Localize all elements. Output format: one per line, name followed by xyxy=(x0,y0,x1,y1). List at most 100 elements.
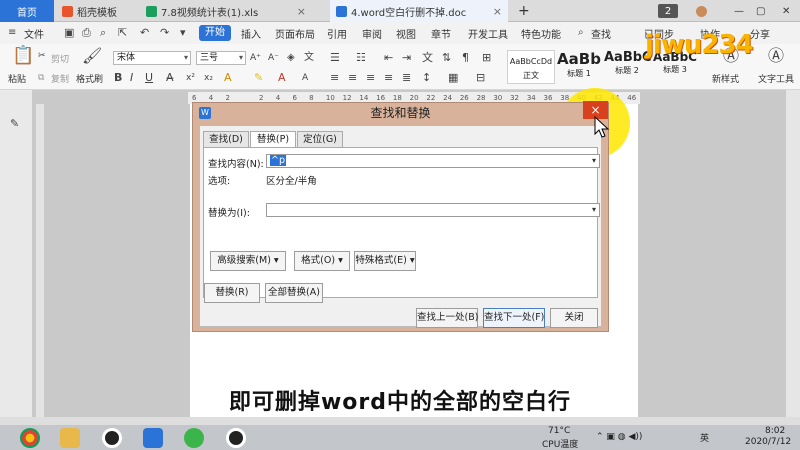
save-icon[interactable]: ▣ xyxy=(64,27,74,39)
tab-xls[interactable]: 7.8视频统计表(1).xls × xyxy=(140,0,312,22)
distribute-icon[interactable]: ≣ xyxy=(402,72,411,84)
menu-references[interactable]: 引用 xyxy=(327,26,347,41)
tab-docer-templates[interactable]: 稻壳模板 xyxy=(56,0,136,22)
show-marks-icon[interactable]: ¶ xyxy=(462,52,469,64)
align-left-icon[interactable]: ≡ xyxy=(330,72,339,84)
menu-sections[interactable]: 章节 xyxy=(431,26,451,41)
style-heading-1[interactable]: AaBb 标题 1 xyxy=(556,50,602,84)
menu-review[interactable]: 审阅 xyxy=(362,26,382,41)
new-tab-button[interactable]: + xyxy=(512,0,534,22)
menu-insert[interactable]: 插入 xyxy=(241,26,261,41)
find-previous-button[interactable]: 查找上一处(B) xyxy=(416,308,478,328)
borders-icon[interactable]: ⊟ xyxy=(476,72,485,84)
chevron-down-icon[interactable]: ▾ xyxy=(592,155,596,167)
line-spacing-icon[interactable]: ↕ xyxy=(422,72,431,84)
tray-icons[interactable]: ⌃ ▣ ◍ ◀)) xyxy=(596,432,642,442)
print-icon[interactable]: ⎙ xyxy=(82,27,91,39)
font-size-select[interactable]: 三号 xyxy=(196,51,246,65)
menu-features[interactable]: 特色功能 xyxy=(521,26,561,41)
advanced-search-button[interactable]: 高级搜索(M) ▾ xyxy=(210,251,286,271)
indent-icon[interactable]: ⇥ xyxy=(402,52,411,64)
search-icon[interactable]: ⌕ xyxy=(578,27,584,39)
undo-icon[interactable]: ↶ xyxy=(140,27,149,39)
bold-icon[interactable]: B xyxy=(114,72,122,84)
app-icon[interactable] xyxy=(184,428,204,448)
shrink-font-icon[interactable]: A⁻ xyxy=(268,52,279,64)
wps-icon[interactable] xyxy=(143,428,163,448)
close-window-icon[interactable]: ✕ xyxy=(776,0,794,22)
tab-start[interactable]: 开始 xyxy=(199,25,231,41)
menu-view[interactable]: 视图 xyxy=(396,26,416,41)
superscript-icon[interactable]: x² xyxy=(186,72,195,84)
style-normal[interactable]: AaBbCcDd 正文 xyxy=(507,50,555,84)
shading-icon[interactable]: ▦ xyxy=(448,72,458,84)
chevron-down-icon[interactable]: ▾ xyxy=(592,204,596,216)
char-border-icon[interactable]: A xyxy=(302,72,308,84)
bullet-list-icon[interactable]: ☰ xyxy=(330,52,340,64)
clear-format-icon[interactable]: ◈ xyxy=(287,52,295,64)
align-right-icon[interactable]: ≡ xyxy=(366,72,375,84)
tab-doc[interactable]: 4.word空白行删不掉.doc × xyxy=(330,0,508,22)
more-icon[interactable]: ▾ xyxy=(180,27,186,39)
replace-button[interactable]: 替换(R) xyxy=(204,283,260,303)
strikethrough-icon[interactable]: A̶ xyxy=(166,72,174,84)
highlight-icon[interactable]: ✎ xyxy=(254,72,263,84)
close-tab-icon[interactable]: × xyxy=(293,5,306,18)
replace-all-button[interactable]: 全部替换(A) xyxy=(265,283,323,303)
replace-input[interactable]: ▾ xyxy=(266,203,600,217)
menu-file[interactable]: 文件 xyxy=(24,26,44,41)
paste-icon[interactable]: 📋 xyxy=(12,47,34,65)
print-preview-icon[interactable]: ⌕ xyxy=(100,27,106,39)
close-button[interactable]: 关闭 xyxy=(550,308,598,328)
special-format-button[interactable]: 特殊格式(E) ▾ xyxy=(354,251,416,271)
italic-icon[interactable]: I xyxy=(130,72,133,84)
align-center-icon[interactable]: ≡ xyxy=(348,72,357,84)
export-icon[interactable]: ⇱ xyxy=(118,27,127,39)
style-heading-2[interactable]: AaBbC 标题 2 xyxy=(604,50,652,84)
copy-icon[interactable]: ⧉ xyxy=(38,72,44,84)
file-explorer-icon[interactable] xyxy=(60,428,80,448)
tab-find[interactable]: 查找(D) xyxy=(203,131,249,147)
close-tab-icon[interactable]: × xyxy=(489,5,502,18)
find-next-button[interactable]: 查找下一处(F) xyxy=(483,308,545,328)
redo-icon[interactable]: ↷ xyxy=(160,27,169,39)
format-painter-icon[interactable]: 🖌 xyxy=(82,48,102,64)
menu-page-layout[interactable]: 页面布局 xyxy=(275,26,315,41)
menu-search[interactable]: 查找 xyxy=(591,26,611,41)
justify-icon[interactable]: ≡ xyxy=(384,72,393,84)
numbered-list-icon[interactable]: ☷ xyxy=(356,52,366,64)
tab-replace[interactable]: 替换(P) xyxy=(250,131,296,148)
subscript-icon[interactable]: x₂ xyxy=(204,72,213,84)
hamburger-icon[interactable]: ≡ xyxy=(8,27,16,39)
cut-icon[interactable]: ✂ xyxy=(38,50,46,62)
cut-button[interactable]: 剪切 xyxy=(51,52,69,65)
format-button[interactable]: 格式(O) ▾ xyxy=(294,251,350,271)
tab-goto[interactable]: 定位(G) xyxy=(297,131,343,147)
ime-indicator[interactable]: 英 xyxy=(700,431,709,444)
phonetic-icon[interactable]: 文 xyxy=(304,52,314,64)
underline-icon[interactable]: U xyxy=(145,72,153,84)
text-effect-icon[interactable]: A xyxy=(224,72,232,84)
table-icon[interactable]: ⊞ xyxy=(482,52,491,64)
maximize-icon[interactable]: ▢ xyxy=(750,0,768,22)
sort-icon[interactable]: ⇅ xyxy=(442,52,451,64)
find-input[interactable]: ^p ▾ xyxy=(266,154,600,168)
font-select[interactable]: 宋体 xyxy=(113,51,191,65)
tab-home[interactable]: 首页 xyxy=(0,0,54,22)
record-icon[interactable] xyxy=(226,428,246,448)
font-color-icon[interactable]: A xyxy=(278,72,286,84)
chinese-layout-icon[interactable]: 文 xyxy=(422,52,433,64)
new-style-button[interactable]: 新样式 xyxy=(712,72,739,85)
copy-button[interactable]: 复制 xyxy=(51,72,69,85)
chrome-icon[interactable] xyxy=(20,428,40,448)
clock-time[interactable]: 8:02 xyxy=(765,426,785,436)
paste-button[interactable]: 粘贴 xyxy=(8,72,26,85)
vertical-scrollbar[interactable] xyxy=(786,90,800,417)
minimize-icon[interactable]: — xyxy=(728,0,746,22)
edit-icon[interactable]: ✎ xyxy=(10,118,19,130)
format-painter-button[interactable]: 格式刷 xyxy=(76,72,103,85)
grow-font-icon[interactable]: A⁺ xyxy=(250,52,261,64)
window-count-badge[interactable]: 2 xyxy=(658,4,678,18)
record-icon[interactable] xyxy=(102,428,122,448)
outdent-icon[interactable]: ⇤ xyxy=(384,52,393,64)
